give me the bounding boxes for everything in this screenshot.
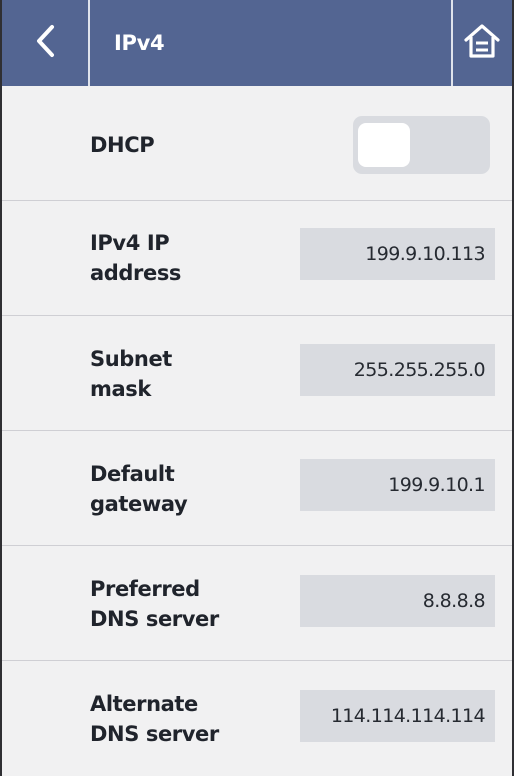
subnet-mask-field[interactable]: 255.255.255.0 — [300, 344, 495, 396]
home-icon — [462, 21, 502, 66]
dhcp-row: DHCP — [2, 86, 512, 201]
default-gateway-row: Default gateway 199.9.10.1 — [2, 431, 512, 546]
ipv4-address-label: IPv4 IP address — [90, 231, 182, 285]
dhcp-toggle[interactable] — [353, 116, 490, 174]
default-gateway-field[interactable]: 199.9.10.1 — [300, 459, 495, 511]
subnet-mask-row: Subnet mask 255.255.255.0 — [2, 316, 512, 431]
home-button[interactable] — [452, 0, 512, 86]
subnet-mask-label: Subnet mask — [90, 347, 172, 401]
page-title: IPv4 — [114, 31, 165, 55]
alternate-dns-field[interactable]: 114.114.114.114 — [300, 690, 495, 742]
toggle-knob — [358, 123, 410, 167]
preferred-dns-field[interactable]: 8.8.8.8 — [300, 575, 495, 627]
header-divider — [88, 0, 90, 86]
ipv4-address-field[interactable]: 199.9.10.113 — [300, 228, 495, 280]
ipv4-settings-screen: IPv4 DHCP IPv4 IP address 199.9.10.113 S… — [0, 0, 514, 776]
alternate-dns-row: Alternate DNS server 114.114.114.114 — [2, 661, 512, 776]
ipv4-address-row: IPv4 IP address 199.9.10.113 — [2, 201, 512, 316]
chevron-left-icon — [34, 24, 56, 63]
back-button[interactable] — [2, 0, 88, 86]
dhcp-label: DHCP — [90, 133, 155, 157]
alternate-dns-label: Alternate DNS server — [90, 692, 219, 746]
header-bar: IPv4 — [2, 0, 512, 86]
default-gateway-label: Default gateway — [90, 462, 188, 516]
preferred-dns-row: Preferred DNS server 8.8.8.8 — [2, 546, 512, 661]
preferred-dns-label: Preferred DNS server — [90, 577, 219, 631]
